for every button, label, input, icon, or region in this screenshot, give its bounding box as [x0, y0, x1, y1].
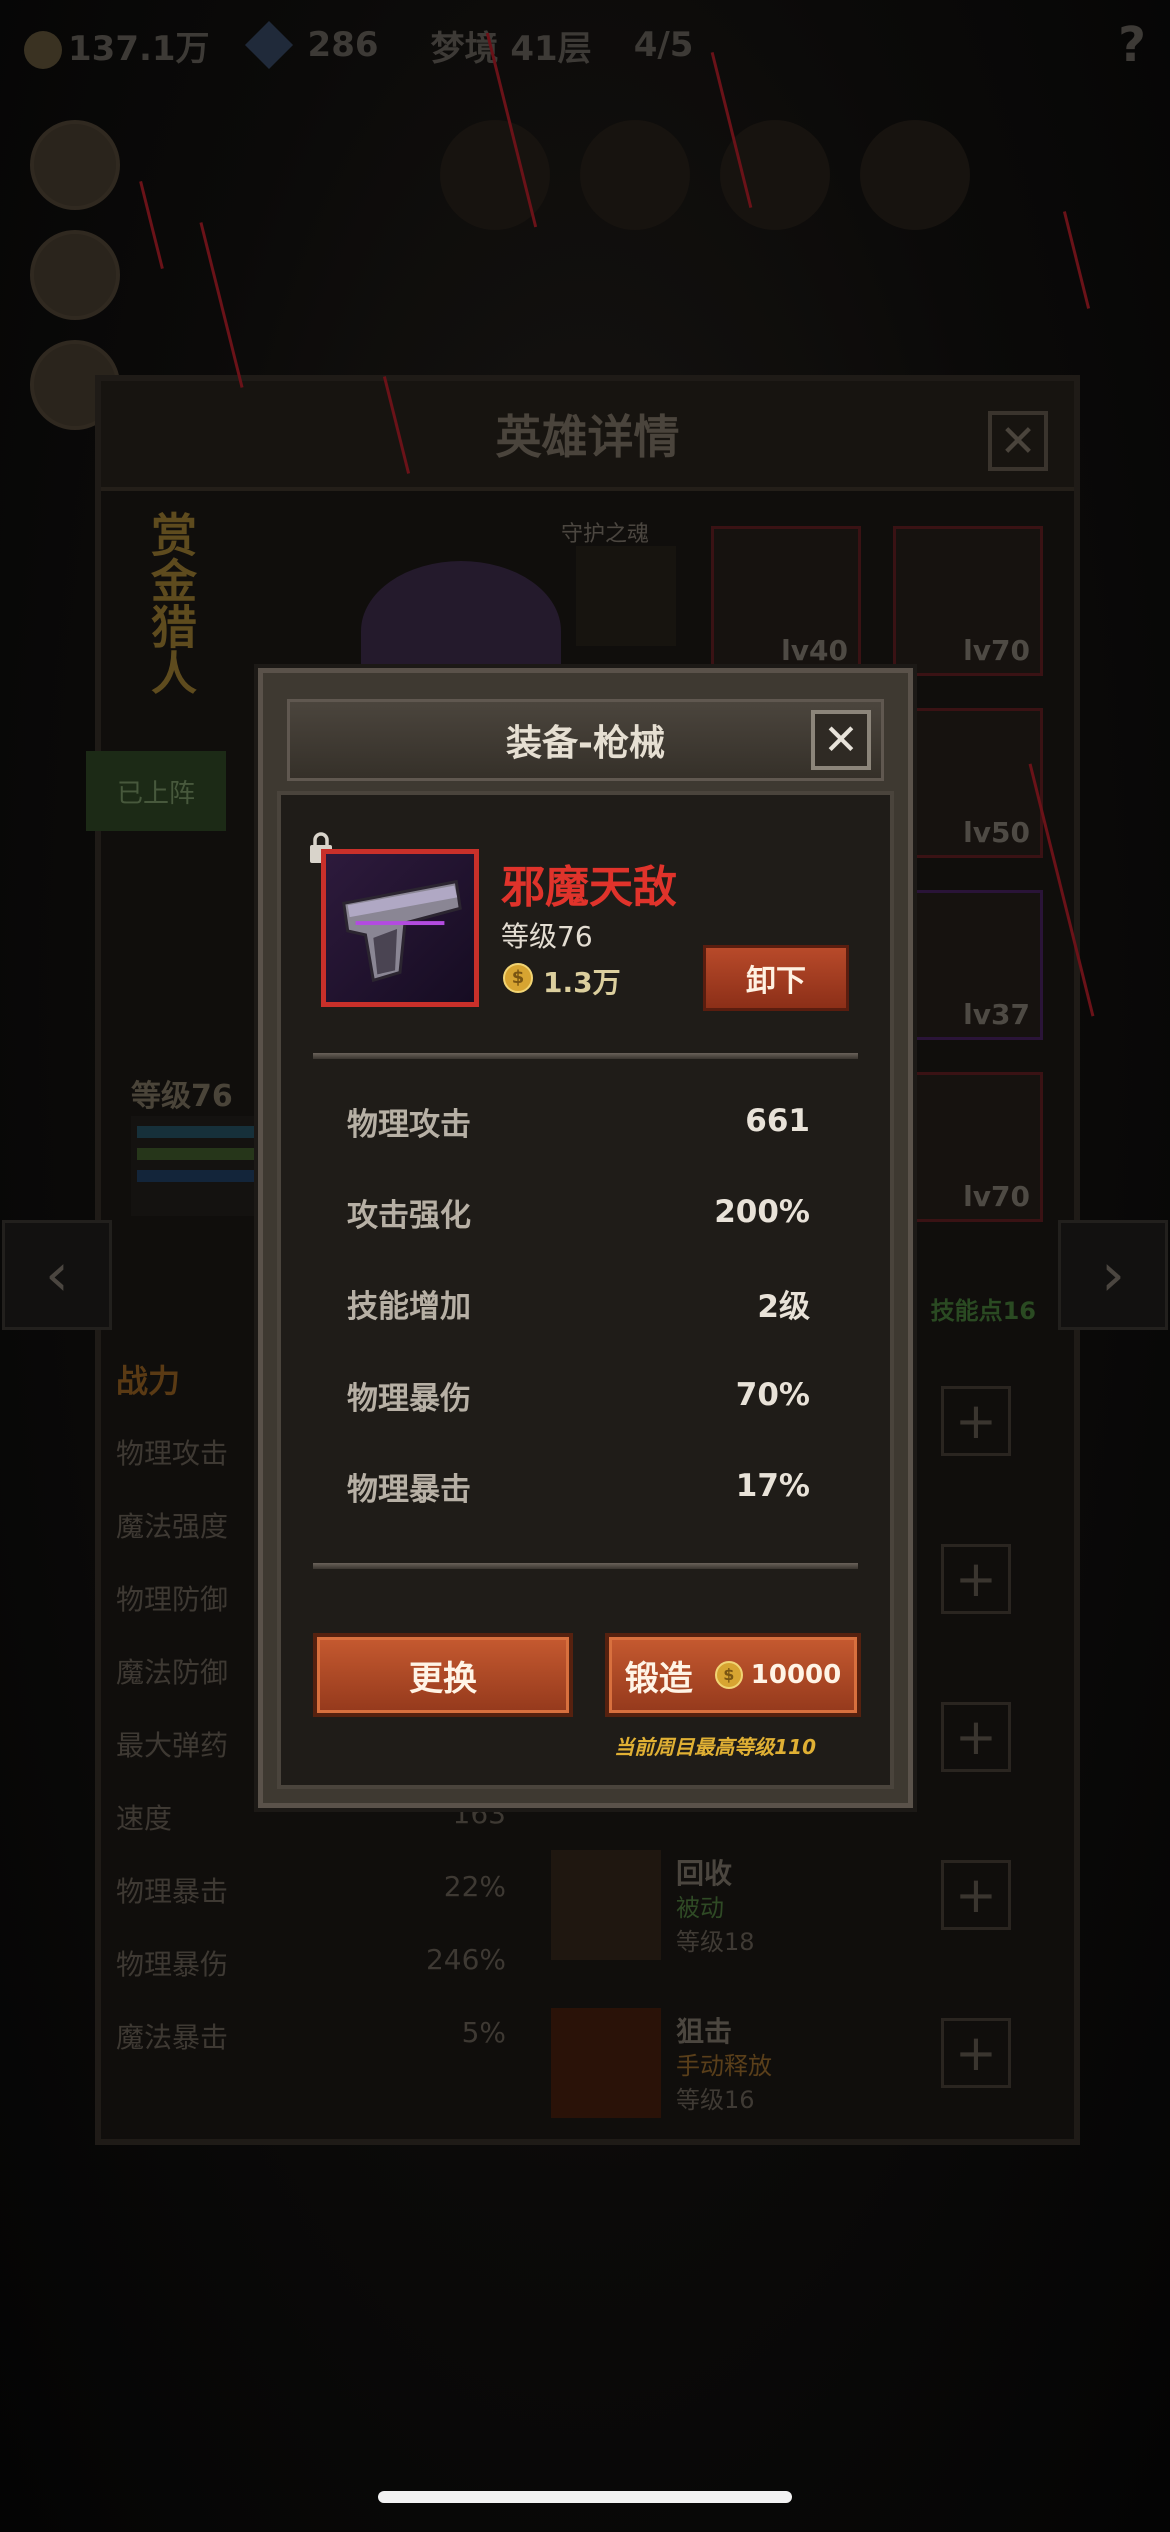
panel-title: 英雄详情	[101, 381, 1074, 491]
next-hero-arrow-icon[interactable]: ›	[1058, 1220, 1168, 1330]
guard-soul-icon[interactable]	[576, 546, 676, 646]
hero-name: 赏金猎人	[144, 511, 198, 695]
divider	[313, 1563, 858, 1569]
stat-label: 技能增加	[347, 1288, 471, 1325]
hero-avatar[interactable]	[30, 230, 120, 320]
stat-label: 物理暴伤	[347, 1380, 471, 1417]
top-hero-icons	[440, 120, 970, 230]
hero-icon[interactable]	[860, 120, 970, 230]
skill-row: 狙击 手动释放 等级16 +	[531, 1988, 1071, 2146]
item-sell-price: 1.3万	[543, 966, 621, 999]
equipment-slot-helmet[interactable]: lv40	[711, 526, 861, 676]
modal-title: 装备-枪械	[506, 723, 665, 764]
pistol-icon	[342, 879, 462, 983]
replace-button[interactable]: 更换	[313, 1633, 573, 1717]
skill-name: 狙击	[676, 2015, 733, 2048]
dungeon-floor: 梦境 41层	[430, 28, 592, 69]
equipment-slot-cloak[interactable]: lv70	[893, 1072, 1043, 1222]
stat-row: 物理暴击 22%	[116, 1870, 506, 1908]
home-indicator[interactable]	[378, 2491, 792, 2503]
coin-icon: $	[503, 963, 533, 993]
hero-avatar[interactable]	[30, 120, 120, 210]
item-stat-row: 攻击强化 200%	[347, 1187, 810, 1237]
equipment-detail-modal: 装备-枪械 ✕ 邪魔天敌 等级76 $ 1.3万 卸下 物理攻击 661 攻击强…	[258, 668, 913, 1808]
skill-level: 等级18	[676, 1928, 755, 1956]
gem-icon	[244, 20, 293, 70]
gem-counter: 286	[307, 25, 379, 65]
prev-hero-arrow-icon[interactable]: ‹	[2, 1220, 112, 1330]
skill-upgrade-button[interactable]: +	[941, 1702, 1011, 1772]
replace-button-label: 更换	[409, 1658, 477, 1699]
top-resource-bar: 137.1万 286 梦境 41层 4/5 ?	[0, 0, 1170, 90]
item-stat-row: 技能增加 2级	[347, 1278, 810, 1328]
skill-upgrade-button[interactable]: +	[941, 1860, 1011, 1930]
stat-label: 物理暴击	[347, 1471, 471, 1508]
help-button[interactable]: ?	[1118, 17, 1146, 73]
equipment-slot-boots[interactable]: lv50	[893, 708, 1043, 858]
unequip-button[interactable]: 卸下	[703, 945, 849, 1011]
skill-points: 技能点16	[930, 1297, 1036, 1325]
gear-icon	[551, 1850, 661, 1960]
forge-button-label: 锻造	[624, 1658, 693, 1699]
skill-level: 等级16	[676, 2086, 755, 2114]
stat-row: 物理暴伤 246%	[116, 1943, 506, 1981]
item-name: 邪魔天敌	[501, 862, 677, 913]
coin-icon: $	[714, 1661, 743, 1689]
gold-coin-icon	[24, 31, 62, 69]
stat-value: 70%	[735, 1377, 810, 1413]
skill-upgrade-button[interactable]: +	[941, 1386, 1011, 1456]
stat-value: 17%	[735, 1468, 810, 1504]
stat-value: 661	[745, 1103, 810, 1139]
stat-label: 攻击强化	[347, 1197, 471, 1234]
divider	[313, 1053, 858, 1059]
gold-counter: 137.1万	[24, 21, 210, 70]
weapon-item-slot[interactable]	[321, 849, 479, 1007]
skill-row: 回收 被动 等级18 +	[531, 1830, 1071, 1988]
skill-type: 被动	[676, 1894, 724, 1922]
item-stat-row: 物理暴伤 70%	[347, 1370, 810, 1420]
item-stat-row: 物理攻击 661	[347, 1096, 810, 1146]
equipment-slot-armor[interactable]: lv70	[893, 526, 1043, 676]
item-stat-row: 物理暴击 17%	[347, 1461, 810, 1511]
deployed-badge: 已上阵	[86, 751, 226, 831]
panel-close-button[interactable]: ✕	[988, 411, 1048, 471]
skill-type: 手动释放	[676, 2052, 772, 2080]
equipment-slot-ring[interactable]: lv37	[893, 890, 1043, 1040]
forge-cost: 10000	[750, 1660, 842, 1690]
modal-header: 装备-枪械 ✕	[287, 699, 884, 781]
skill-upgrade-button[interactable]: +	[941, 1544, 1011, 1614]
item-level: 等级76	[501, 920, 593, 953]
skill-name: 回收	[676, 1857, 733, 1890]
max-level-note: 当前周目最高等级110	[614, 1735, 816, 1759]
hero-level: 等级76	[131, 1079, 233, 1114]
crosshair-icon	[551, 2008, 661, 2118]
hero-icon[interactable]	[720, 120, 830, 230]
guard-soul-label: 守护之魂	[561, 522, 650, 547]
close-icon[interactable]: ✕	[811, 710, 871, 770]
stat-label: 物理攻击	[347, 1106, 471, 1143]
stat-row: 魔法暴击 5%	[116, 2016, 506, 2054]
forge-button[interactable]: 锻造 $ 10000	[605, 1633, 861, 1717]
skull-counter: 4/5	[633, 25, 694, 65]
hero-icon[interactable]	[580, 120, 690, 230]
stat-value: 200%	[714, 1194, 810, 1230]
skill-upgrade-button[interactable]: +	[941, 2018, 1011, 2088]
stat-value: 2级	[757, 1288, 810, 1325]
